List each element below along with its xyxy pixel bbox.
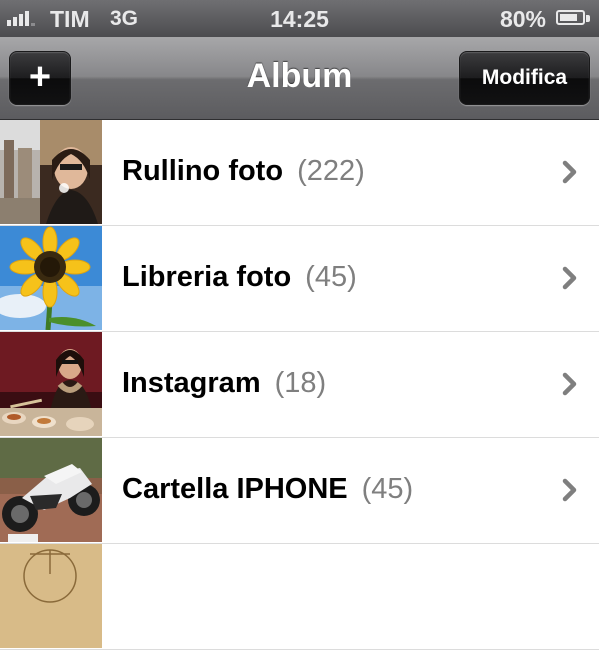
- album-thumbnail: [0, 226, 102, 330]
- battery-tip: [586, 15, 590, 22]
- edit-button[interactable]: Modifica: [459, 51, 590, 105]
- battery-percentage: 80%: [499, 6, 546, 32]
- album-title: Cartella IPHONE (45): [122, 473, 413, 506]
- chevron-right-icon: [561, 478, 579, 507]
- album-thumbnail: [0, 120, 102, 224]
- album-list: Rullino foto (222) Libreria foto (45) In…: [0, 120, 599, 650]
- album-count: (45): [305, 261, 357, 293]
- album-row-cartella-iphone[interactable]: Cartella IPHONE (45): [0, 438, 599, 544]
- album-count: (222): [297, 155, 365, 187]
- album-title: Libreria foto (45): [122, 261, 357, 294]
- album-title: Rullino foto (222): [122, 155, 365, 188]
- album-row-libreria-foto[interactable]: Libreria foto (45): [0, 226, 599, 332]
- album-name: Instagram: [122, 367, 261, 399]
- album-count: (45): [361, 473, 414, 505]
- battery-level-fill: [560, 14, 577, 21]
- album-row-rullino-foto[interactable]: Rullino foto (222): [0, 120, 599, 226]
- album-name: Libreria foto: [122, 261, 292, 293]
- album-count: (18): [274, 367, 327, 399]
- album-title: Instagram (18): [122, 367, 326, 400]
- album-row-instagram[interactable]: Instagram (18): [0, 332, 599, 438]
- album-row-partial[interactable]: [0, 544, 599, 650]
- battery-icon: [556, 10, 585, 25]
- album-thumbnail: [0, 332, 102, 436]
- navigation-bar: + Album Modifica: [0, 37, 599, 120]
- chevron-right-icon: [561, 372, 579, 401]
- album-thumbnail: [0, 438, 102, 542]
- chevron-right-icon: [561, 266, 579, 295]
- status-bar: TIM 3G 14:25 80%: [0, 0, 599, 37]
- album-name: Rullino foto: [122, 155, 284, 187]
- chevron-right-icon: [561, 160, 579, 189]
- album-name: Cartella IPHONE: [122, 473, 348, 505]
- album-thumbnail: [0, 544, 102, 648]
